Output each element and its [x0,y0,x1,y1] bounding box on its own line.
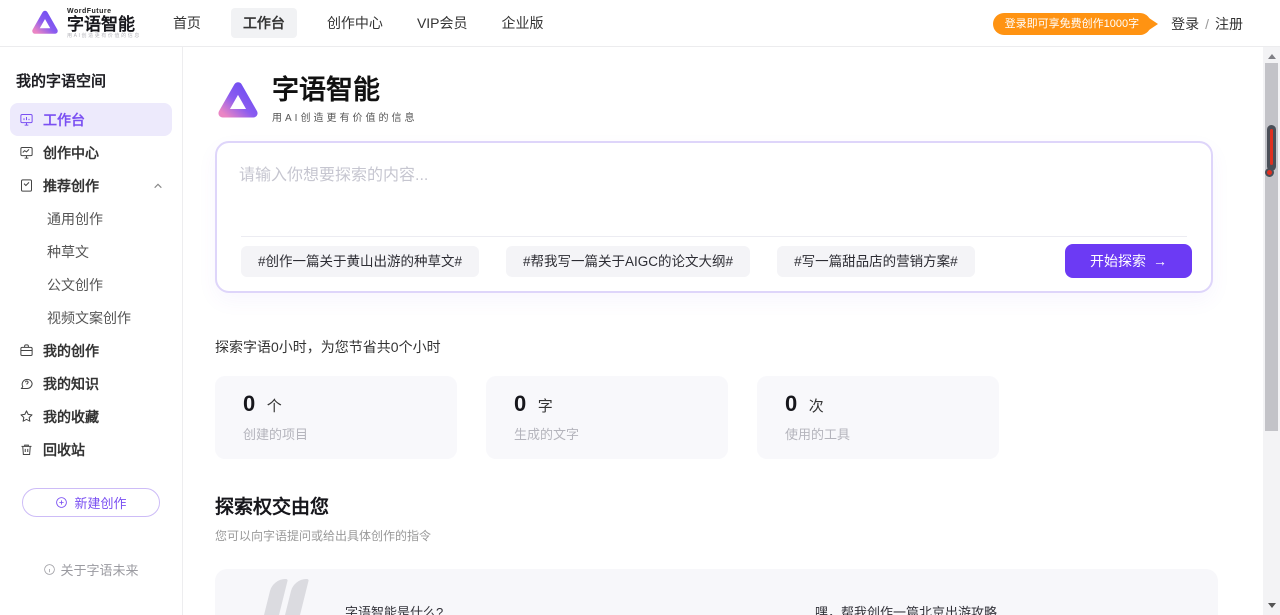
arrow-right-icon: → [1153,253,1167,269]
about-link[interactable]: 关于字语未来 [0,560,182,579]
hero-logo: 字语智能 用AI创造更有价值的信息 [215,77,1263,124]
nav-home[interactable]: 首页 [169,8,205,38]
sidebar-subitem-video-copy[interactable]: 视频文案创作 [0,301,182,334]
stat-value: 0 [785,391,797,416]
sidebar-item-my-favorites[interactable]: 我的收藏 [10,400,172,433]
scrollbar-up-arrow[interactable] [1263,49,1280,64]
sidebar: 我的字语空间 工作台 创作中心 推荐创作 通用创作 种草文 公文创作 视频文案创… [0,47,183,615]
stat-value: 0 [243,391,255,416]
search-input[interactable] [239,161,1179,227]
scrollbar-thumb[interactable] [1265,63,1278,431]
example-question-left[interactable]: 字语智能是什么? [345,602,443,615]
question-bubble-icon [19,376,34,391]
workbench-monitor-icon [19,112,34,127]
hero-text: 字语智能 用AI创造更有价值的信息 [272,77,417,124]
sidebar-subitem-official[interactable]: 公文创作 [0,268,182,301]
header-right: 登录即可享免费创作1000字 登录 / 注册 [993,0,1243,47]
stat-label: 使用的工具 [785,424,999,443]
nav-enterprise[interactable]: 企业版 [498,8,548,38]
sidebar-item-label: 我的知识 [43,374,99,394]
register-link[interactable]: 注册 [1215,14,1243,34]
plus-circle-icon [55,496,68,509]
scrollbar-down-arrow[interactable] [1263,598,1280,613]
suggestion-chip-huangshan[interactable]: #创作一篇关于黄山出游的种草文# [241,246,479,277]
sidebar-item-recommended[interactable]: 推荐创作 [10,169,172,202]
explore-section-title: 探索权交由您 [215,492,1263,519]
sidebar-item-label: 工作台 [43,110,85,130]
star-icon [19,409,34,424]
stat-card-words: 0 字 生成的文字 [486,376,728,459]
hero-tagline: 用AI创造更有价值的信息 [272,109,417,124]
sidebar-item-label: 回收站 [43,440,85,460]
nav-creation-center[interactable]: 创作中心 [323,8,387,38]
sidebar-item-creation-center[interactable]: 创作中心 [10,136,172,169]
login-promo-badge[interactable]: 登录即可享免费创作1000字 [993,13,1151,35]
sidebar-item-label: 我的收藏 [43,407,99,427]
sidebar-subitem-general[interactable]: 通用创作 [0,202,182,235]
stat-unit: 个 [267,398,282,415]
sidebar-item-label: 我的创作 [43,341,99,361]
quote-icon [268,579,304,615]
top-navigation: 首页 工作台 创作中心 VIP会员 企业版 [169,8,548,38]
creation-center-icon [19,145,34,160]
new-creation-label: 新建创作 [74,493,126,512]
trash-icon [19,442,34,457]
hero-brand-name: 字语智能 [272,77,417,104]
sidebar-item-my-knowledge[interactable]: 我的知识 [10,367,172,400]
about-label: 关于字语未来 [60,560,138,579]
suggestion-chips-row: #创作一篇关于黄山出游的种草文# #帮我写一篇关于AIGC的论文大纲# #写一篇… [241,244,1192,278]
new-creation-button[interactable]: 新建创作 [22,488,160,517]
example-prompts-card: 字语智能是什么? 嘿，帮我创作一篇北京出游攻略 [215,569,1218,615]
stats-summary: 探索字语0小时，为您节省共0个小时 [215,337,1263,357]
brand-small-label: WordFuture [67,8,141,15]
stat-label: 创建的项目 [243,424,457,443]
start-explore-button[interactable]: 开始探索 → [1065,244,1192,278]
nav-vip[interactable]: VIP会员 [413,8,472,38]
brand-text: WordFuture 字语智能 用AI创造更有价值的信息 [67,8,141,39]
recommended-clipboard-icon [19,178,34,193]
auth-links: 登录 / 注册 [1171,14,1243,34]
sidebar-item-workbench[interactable]: 工作台 [10,103,172,136]
stat-value-row: 0 次 [785,391,999,417]
stat-label: 生成的文字 [514,424,728,443]
stat-unit: 次 [809,398,824,415]
suggestion-chip-dessert[interactable]: #写一篇甜品店的营销方案# [777,246,975,277]
header-logo[interactable]: WordFuture 字语智能 用AI创造更有价值的信息 [30,8,141,39]
search-divider [241,236,1187,237]
scroll-position-marker-icon [1267,125,1276,171]
stat-cards-row: 0 个 创建的项目 0 字 生成的文字 0 次 使用的工具 [215,376,1263,459]
search-panel: #创作一篇关于黄山出游的种草文# #帮我写一篇关于AIGC的论文大纲# #写一篇… [215,141,1213,293]
brand-name: 字语智能 [67,16,141,33]
brand-triangle-icon [30,8,60,38]
briefcase-icon [19,343,34,358]
top-header: WordFuture 字语智能 用AI创造更有价值的信息 首页 工作台 创作中心… [0,0,1280,47]
stat-card-tools: 0 次 使用的工具 [757,376,999,459]
main-content: 字语智能 用AI创造更有价值的信息 #创作一篇关于黄山出游的种草文# #帮我写一… [184,47,1263,615]
stat-card-projects: 0 个 创建的项目 [215,376,457,459]
sidebar-item-my-creations[interactable]: 我的创作 [10,334,172,367]
sidebar-subitem-seeding[interactable]: 种草文 [0,235,182,268]
stat-value-row: 0 个 [243,391,457,417]
info-circle-icon [43,563,56,576]
start-explore-label: 开始探索 [1090,251,1146,271]
vertical-scrollbar [1263,47,1280,615]
stat-value: 0 [514,391,526,416]
stat-unit: 字 [538,398,553,415]
chevron-up-icon[interactable] [153,181,163,191]
explore-section-subtitle: 您可以向字语提问或给出具体创作的指令 [215,527,1263,544]
suggestion-chip-aigc[interactable]: #帮我写一篇关于AIGC的论文大纲# [506,246,750,277]
sidebar-item-label: 创作中心 [43,143,99,163]
sidebar-item-recycle-bin[interactable]: 回收站 [10,433,172,466]
stat-value-row: 0 字 [514,391,728,417]
sidebar-menu: 工作台 创作中心 推荐创作 通用创作 种草文 公文创作 视频文案创作 我的创作 [0,103,182,466]
brand-tagline-tiny: 用AI创造更有价值的信息 [67,34,141,39]
example-question-right[interactable]: 嘿，帮我创作一篇北京出游攻略 [815,602,997,615]
sidebar-title: 我的字语空间 [16,70,182,91]
sidebar-item-label: 推荐创作 [43,176,99,196]
login-link[interactable]: 登录 [1171,14,1199,34]
hero-triangle-icon [215,78,261,124]
auth-separator: / [1205,16,1209,32]
nav-workbench[interactable]: 工作台 [231,8,297,38]
